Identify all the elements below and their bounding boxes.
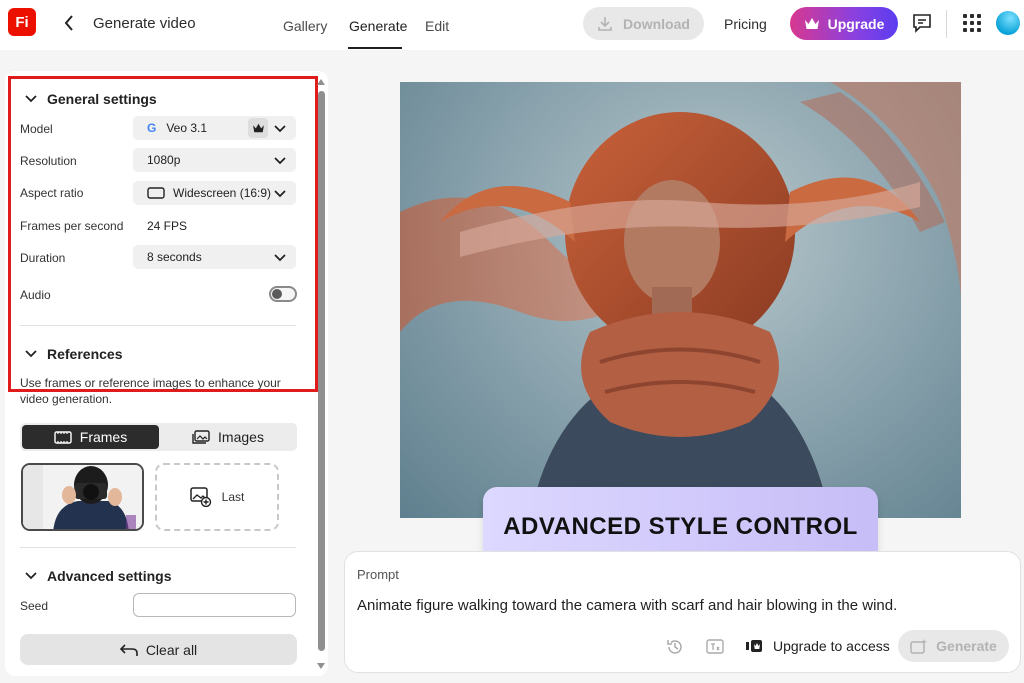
toolbar-divider [946, 10, 947, 38]
images-icon [192, 430, 210, 444]
aspect-ratio-value: Widescreen (16:9) [173, 186, 272, 200]
premium-crown-icon [248, 118, 268, 138]
last-frame-slot[interactable]: Last [155, 463, 279, 531]
prompt-input[interactable]: Animate figure walking toward the camera… [357, 597, 897, 614]
scroll-down-arrow[interactable] [317, 663, 325, 669]
tab-frames-label: Frames [79, 429, 128, 445]
clear-all-label: Clear all [145, 641, 198, 658]
first-frame-thumbnail[interactable] [21, 463, 144, 531]
upgrade-label: Upgrade [827, 15, 885, 32]
references-description: Use frames or reference images to enhanc… [20, 376, 281, 406]
download-label: Download [623, 15, 690, 32]
top-bar: Fi Generate video Gallery Generate Edit … [0, 0, 1024, 50]
chevron-down-icon [274, 254, 286, 262]
tab-generate[interactable]: Generate [349, 18, 407, 34]
general-settings-title: General settings [47, 91, 157, 107]
back-button[interactable] [60, 12, 78, 34]
clear-all-button[interactable]: Clear all [20, 634, 297, 665]
undo-icon [119, 643, 138, 656]
duration-select[interactable]: 8 seconds [133, 245, 296, 269]
sparkle-video-icon [910, 639, 928, 654]
duration-label: Duration [20, 251, 66, 265]
download-icon [598, 16, 612, 31]
references-header[interactable]: References [25, 346, 123, 362]
chevron-left-icon [64, 15, 73, 31]
fps-label: Frames per second [20, 219, 124, 233]
audio-label: Audio [20, 288, 51, 302]
film-frames-icon [54, 430, 72, 444]
duration-value: 8 seconds [147, 250, 202, 264]
google-icon: G [147, 121, 157, 135]
photographer-image [23, 465, 142, 529]
audio-toggle[interactable] [269, 286, 297, 302]
video-premium-icon [746, 640, 762, 652]
resolution-select[interactable]: 1080p [133, 148, 296, 172]
tab-frames[interactable]: Frames [22, 425, 159, 449]
section-divider [20, 547, 296, 548]
chevron-down-icon [25, 95, 37, 103]
apps-grid-icon[interactable] [963, 14, 981, 32]
download-button[interactable]: Download [583, 7, 704, 40]
generate-label: Generate [936, 638, 997, 654]
pricing-link[interactable]: Pricing [724, 16, 767, 32]
scroll-up-arrow[interactable] [317, 79, 325, 85]
advanced-settings-header[interactable]: Advanced settings [25, 568, 171, 584]
tab-images-label: Images [218, 429, 264, 445]
generated-preview-image [400, 82, 961, 518]
chevron-down-icon [274, 125, 286, 133]
upgrade-to-access-button[interactable]: Upgrade to access [745, 638, 890, 654]
general-settings-header[interactable]: General settings [25, 91, 157, 107]
last-frame-label: Last [221, 490, 245, 504]
settings-panel: General settings Model G Veo 3.1 Resolut… [5, 71, 328, 676]
section-divider [20, 325, 296, 326]
seed-label: Seed [20, 599, 49, 613]
fps-value: 24 FPS [147, 219, 188, 233]
chevron-down-icon [25, 350, 37, 358]
reference-type-switch: Frames Images [20, 423, 297, 451]
chevron-down-icon [25, 572, 37, 580]
crown-icon [804, 18, 819, 29]
app-logo[interactable]: Fi [8, 8, 36, 36]
active-tab-indicator [348, 47, 402, 49]
panel-scrollbar[interactable] [316, 79, 325, 669]
tab-gallery[interactable]: Gallery [283, 18, 327, 34]
model-select[interactable]: G Veo 3.1 [133, 116, 296, 140]
prompt-enhance-icon[interactable] [706, 638, 724, 656]
upgrade-button[interactable]: Upgrade [790, 7, 898, 40]
resolution-label: Resolution [20, 154, 77, 168]
upgrade-to-access-label: Upgrade to access [773, 638, 890, 654]
prompt-card: Prompt Animate figure walking toward the… [344, 551, 1021, 673]
model-value: Veo 3.1 [166, 121, 208, 135]
tab-images[interactable]: Images [161, 425, 295, 449]
resolution-value: 1080p [147, 153, 181, 167]
aspect-ratio-label: Aspect ratio [20, 186, 84, 200]
advanced-settings-title: Advanced settings [47, 568, 172, 584]
woman-scarf-illustration [400, 82, 961, 518]
references-title: References [47, 346, 123, 362]
tab-edit[interactable]: Edit [425, 18, 449, 34]
scroll-thumb[interactable] [318, 91, 325, 651]
seed-input[interactable] [133, 593, 296, 617]
model-label: Model [20, 122, 53, 136]
add-image-icon [189, 487, 211, 507]
chevron-down-icon [274, 157, 286, 165]
prompt-label: Prompt [357, 567, 399, 582]
widescreen-icon [147, 187, 165, 199]
page-title: Generate video [93, 15, 196, 32]
generate-button[interactable]: Generate [898, 630, 1009, 662]
avatar[interactable] [996, 11, 1020, 35]
history-icon[interactable] [666, 638, 684, 656]
chevron-down-icon [274, 190, 286, 198]
aspect-ratio-select[interactable]: Widescreen (16:9) [133, 181, 296, 205]
feedback-icon[interactable] [912, 13, 932, 33]
